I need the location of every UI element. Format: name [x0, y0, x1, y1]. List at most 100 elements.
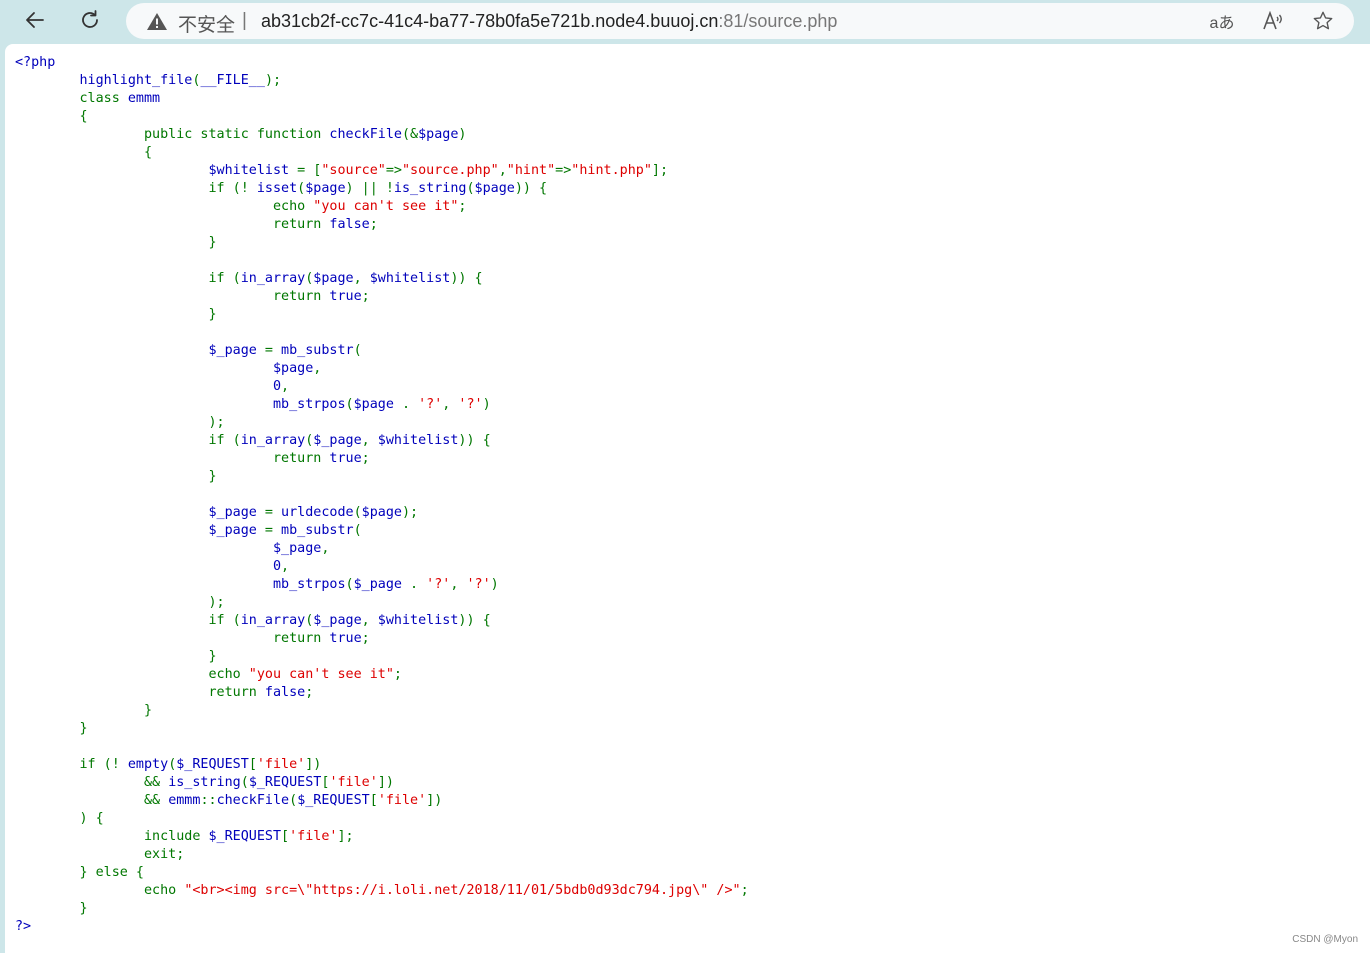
code-token: "source.php": [401, 163, 499, 178]
code-token: $_REQUEST: [297, 793, 370, 808]
code-token: &&: [15, 793, 169, 808]
code-token: (: [240, 775, 249, 790]
code-token: highlight_file: [15, 73, 193, 88]
browser-toolbar: 不安全 | ab31cb2f-cc7c-41c4-ba77-78b0fa5e72…: [0, 0, 1370, 44]
address-bar[interactable]: 不安全 | ab31cb2f-cc7c-41c4-ba77-78b0fa5e72…: [126, 3, 1354, 39]
code-token: ;: [458, 199, 467, 214]
read-aloud-icon[interactable]: [1260, 9, 1286, 33]
code-line: } else {: [15, 864, 749, 882]
code-token: in_array: [240, 433, 306, 448]
php-source-code: <?php highlight_file(__FILE__); class em…: [15, 54, 749, 936]
code-token: ]): [377, 775, 394, 790]
code-token: ];: [651, 163, 669, 178]
code-token: ,: [321, 541, 330, 556]
code-line: {: [15, 144, 749, 162]
code-token: return: [15, 685, 265, 700]
code-token: 'file': [256, 757, 306, 772]
code-token: false: [264, 685, 306, 700]
code-line: mb_strpos($_page . '?', '?'): [15, 576, 749, 594]
translate-icon[interactable]: aあ: [1209, 9, 1235, 33]
code-token: $whitelist: [369, 271, 451, 286]
code-token: ,: [361, 433, 378, 448]
code-line: 0,: [15, 378, 749, 396]
code-token: ): [458, 127, 467, 142]
code-token: $_page: [15, 505, 265, 520]
code-token: ]): [305, 757, 322, 772]
code-line: );: [15, 594, 749, 612]
code-token: <?php: [15, 55, 56, 70]
code-token: __FILE__: [200, 73, 265, 88]
code-token: ,: [353, 271, 370, 286]
code-line: public static function checkFile(&$page): [15, 126, 749, 144]
code-token: }: [15, 721, 88, 736]
code-line: highlight_file(__FILE__);: [15, 72, 749, 90]
code-token: $page: [418, 127, 459, 142]
code-token: emmm: [127, 91, 161, 106]
code-line: echo "you can't see it";: [15, 666, 749, 684]
code-token: )) {: [458, 433, 491, 448]
code-line: return true;: [15, 630, 749, 648]
favorite-star-icon[interactable]: [1310, 9, 1336, 33]
code-token: "hint.php": [571, 163, 652, 178]
code-token: =: [264, 343, 282, 358]
code-token: "hint": [506, 163, 556, 178]
code-line: return false;: [15, 216, 749, 234]
code-line: return true;: [15, 450, 749, 468]
code-token: ,: [281, 379, 290, 394]
code-token: emmm: [168, 793, 201, 808]
code-token: is_string: [168, 775, 241, 790]
code-line: {: [15, 108, 749, 126]
code-line: 0,: [15, 558, 749, 576]
code-token: '?': [418, 397, 443, 412]
code-token: ;: [361, 289, 370, 304]
code-token: is_string: [393, 181, 467, 196]
url-text[interactable]: ab31cb2f-cc7c-41c4-ba77-78b0fa5e721b.nod…: [261, 11, 837, 32]
code-token: (&: [401, 127, 419, 142]
code-token: (: [353, 343, 362, 358]
code-line: mb_strpos($page . '?', '?'): [15, 396, 749, 414]
code-token: $page: [305, 181, 346, 196]
back-button[interactable]: [19, 6, 51, 38]
code-line: return false;: [15, 684, 749, 702]
code-token: (: [466, 181, 475, 196]
code-line: }: [15, 900, 749, 918]
code-token: mb_substr: [281, 523, 354, 538]
code-token: 'file': [377, 793, 427, 808]
code-token: public static function: [15, 127, 330, 142]
insecure-label[interactable]: 不安全: [178, 10, 235, 37]
code-token: );: [15, 595, 225, 610]
code-token: $whitelist: [377, 433, 459, 448]
code-token: if (: [15, 433, 241, 448]
code-token: ,: [281, 559, 290, 574]
code-token: $whitelist: [377, 613, 459, 628]
refresh-button[interactable]: [74, 6, 106, 38]
code-line: exit;: [15, 846, 749, 864]
code-token: $_page: [15, 523, 265, 538]
address-separator: |: [242, 10, 247, 31]
code-token: (: [289, 793, 298, 808]
code-token: in_array: [240, 271, 306, 286]
code-token: echo: [15, 883, 185, 898]
code-token: echo: [15, 199, 314, 214]
warning-icon[interactable]: [146, 12, 168, 36]
code-line: );: [15, 414, 749, 432]
code-token: checkFile: [329, 127, 402, 142]
code-line: && emmm::checkFile($_REQUEST['file']): [15, 792, 749, 810]
code-token: [: [281, 829, 290, 844]
code-token: $page: [15, 361, 314, 376]
code-token: "you can't see it": [313, 199, 459, 214]
code-token: $_page: [15, 541, 322, 556]
code-line: if (! empty($_REQUEST['file']): [15, 756, 749, 774]
code-token: = [: [297, 163, 322, 178]
code-token: ): [490, 577, 499, 592]
code-line: echo "<br><img src=\"https://i.loli.net/…: [15, 882, 749, 900]
code-token: =>: [385, 163, 402, 178]
code-token: false: [329, 217, 370, 232]
code-line: $page,: [15, 360, 749, 378]
code-line: }: [15, 648, 749, 666]
code-token: $_page: [313, 613, 362, 628]
code-line: $_page = mb_substr(: [15, 342, 749, 360]
back-icon: [23, 8, 47, 37]
